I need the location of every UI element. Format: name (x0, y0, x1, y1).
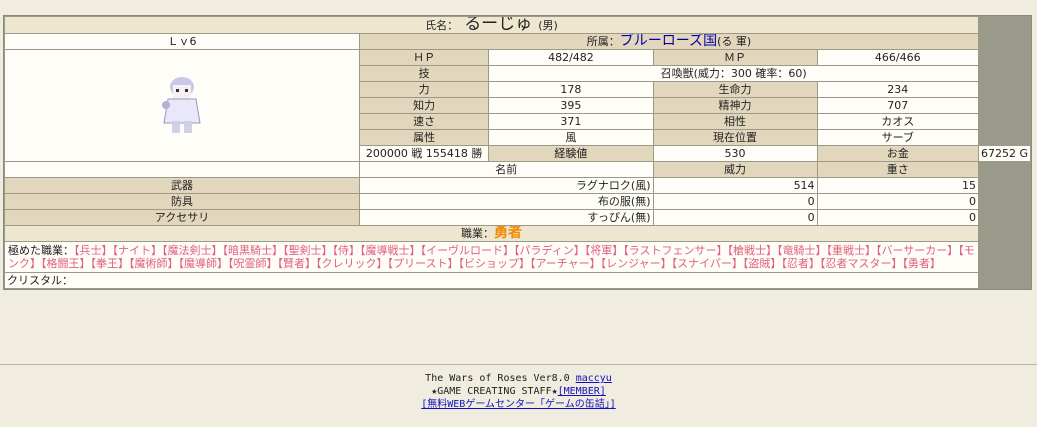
mastered-jobs: 極めた職業：【兵士】【ナイト】【魔法剣士】【暗黒騎士】【聖剣士】【侍】【魔導戦士… (5, 242, 978, 272)
hp-label: ＨＰ (359, 50, 489, 65)
gold-label: お金 (817, 146, 978, 161)
exp-label: 経験値 (489, 146, 653, 161)
affiliation: 所属：ブルーローズ国(る 軍) (359, 34, 978, 49)
equip-weight: 0 (817, 194, 978, 209)
equip-name: すっぴん(無) (359, 210, 653, 225)
battle-record: 200000 戦 155418 勝 (359, 146, 489, 161)
int-label: 知力 (359, 98, 489, 113)
elem-value: 風 (489, 130, 653, 145)
mastered-list: 【兵士】【ナイト】【魔法剣士】【暗黒騎士】【聖剣士】【侍】【魔導戦士】【イーヴル… (8, 244, 975, 270)
gold-value: 67252 G (978, 146, 1030, 161)
equipment-row: アクセサリ すっぴん(無) 0 0 (5, 210, 1030, 225)
equipment-row: 武器 ラグナロク(風) 514 15 (5, 178, 1030, 193)
spi-value: 707 (817, 98, 978, 113)
mp-label: ＭＰ (653, 50, 817, 65)
equip-header-blank (5, 162, 359, 177)
skill-value: 召喚獣(威力：300 確率：60) (489, 66, 978, 81)
mastered-label: 極めた職業： (8, 244, 74, 257)
member-link[interactable]: [MEMBER] (558, 386, 606, 397)
equip-name: ラグナロク(風) (359, 178, 653, 193)
hp-value: 482/482 (489, 50, 653, 65)
equip-weight: 15 (817, 178, 978, 193)
equip-power: 514 (653, 178, 817, 193)
loc-label: 現在位置 (653, 130, 817, 145)
author-link[interactable]: maccyu (576, 373, 612, 384)
footer-divider (0, 364, 1037, 365)
equip-header-name: 名前 (359, 162, 653, 177)
spd-value: 371 (489, 114, 653, 129)
str-value: 178 (489, 82, 653, 97)
game-center-link[interactable]: [無料WEBゲームセンター「ゲームの缶詰」] (421, 399, 616, 410)
skill-label: 技 (359, 66, 489, 81)
exp-value: 530 (653, 146, 817, 161)
equip-power: 0 (653, 210, 817, 225)
status-table: 氏名： るーじゅ (男) Ｌｖ6 所属：ブルーローズ国(る 軍) ＨＰ 482/… (3, 15, 1032, 290)
vit-label: 生命力 (653, 82, 817, 97)
equip-slot: アクセサリ (5, 210, 359, 225)
spd-label: 速さ (359, 114, 489, 129)
equip-weight: 0 (817, 210, 978, 225)
aff-value: カオス (817, 114, 978, 129)
vit-value: 234 (817, 82, 978, 97)
spi-label: 精神力 (653, 98, 817, 113)
character-name: るーじゅ (464, 17, 533, 33)
affiliation-label: 所属： (586, 35, 620, 48)
name-label: 氏名： (425, 19, 459, 32)
equipment-row: 防具 布の服(無) 0 0 (5, 194, 1030, 209)
crystal-row: クリスタル： (5, 273, 978, 288)
equip-header-weight: 重さ (817, 162, 978, 177)
aff-label: 相性 (653, 114, 817, 129)
equip-header-power: 威力 (653, 162, 817, 177)
equip-name: 布の服(無) (359, 194, 653, 209)
level: Ｌｖ6 (5, 34, 359, 49)
staff-label: ★GAME CREATING STAFF★ (431, 386, 558, 397)
avatar-cell (5, 50, 359, 161)
footer: The Wars of Roses Ver8.0 maccyu ★GAME CR… (0, 372, 1037, 411)
name-header: 氏名： るーじゅ (男) (5, 17, 978, 33)
avatar (158, 75, 206, 137)
elem-label: 属性 (359, 130, 489, 145)
equip-slot: 防具 (5, 194, 359, 209)
mp-value: 466/466 (817, 50, 978, 65)
country-name: ブルーローズ国 (619, 34, 718, 49)
job-label: 職業： (460, 227, 494, 240)
gender: (男) (538, 19, 558, 32)
footer-title: The Wars of Roses Ver8.0 (425, 373, 570, 384)
equip-slot: 武器 (5, 178, 359, 193)
character-sprite (161, 76, 201, 133)
int-value: 395 (489, 98, 653, 113)
loc-value: サーブ (817, 130, 978, 145)
equip-power: 0 (653, 194, 817, 209)
job-value: 勇者 (493, 226, 522, 241)
job-row: 職業：勇者 (5, 226, 978, 241)
str-label: 力 (359, 82, 489, 97)
army-name: (る 軍) (717, 35, 752, 48)
